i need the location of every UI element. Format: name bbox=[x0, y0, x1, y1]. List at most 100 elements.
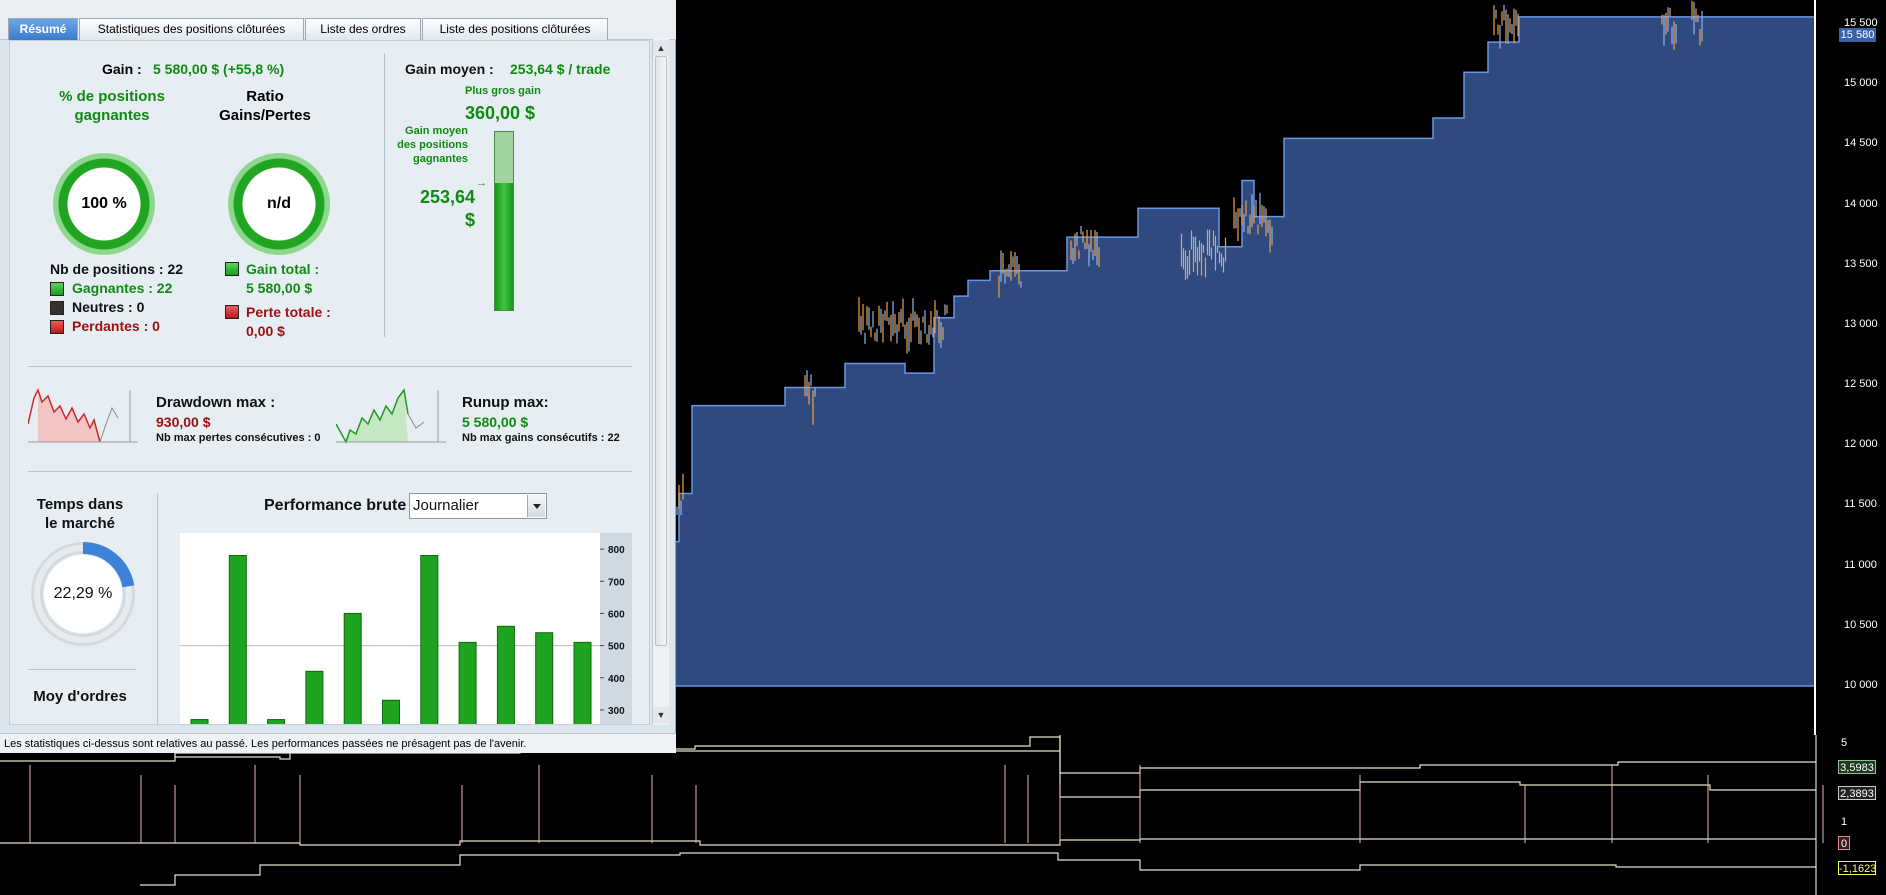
win-pct-title: % de positions gagnantes bbox=[59, 88, 165, 124]
section-divider bbox=[28, 366, 632, 367]
runup-consec: Nb max gains consécutifs : 22 bbox=[462, 432, 620, 444]
price-axis-tick: 10 500 bbox=[1844, 618, 1878, 631]
total-gain-label: Gain total : bbox=[246, 261, 320, 277]
disclaimer-footer: Les statistiques ci-dessus sont relative… bbox=[0, 733, 676, 753]
losing-swatch bbox=[50, 320, 64, 334]
avg-orders-title: Moy d'ordres bbox=[33, 688, 127, 705]
price-axis-tick: 11 500 bbox=[1844, 498, 1877, 511]
summary-content: Gain : 5 580,00 $ (+55,8 %) % de positio… bbox=[9, 40, 650, 725]
price-axis: 15 500 15 000 14 500 14 000 13 500 13 000 12 5… bbox=[1836, 0, 1886, 735]
price-axis-tick: 14 000 bbox=[1844, 197, 1878, 210]
y-tick-label: 600 bbox=[608, 609, 625, 620]
arrow-right-icon: → bbox=[476, 177, 487, 189]
winning-count: Gagnantes : 22 bbox=[72, 280, 173, 296]
vertical-scrollbar[interactable]: ▲ ▼ bbox=[652, 38, 669, 725]
application-window: 1 5 500 15 000 14 500 14 000 13 500 13 000 12 5… bbox=[0, 0, 1886, 895]
indicator-pane[interactable] bbox=[0, 735, 1836, 895]
runup-value: 5 580,00 $ bbox=[462, 414, 529, 430]
total-gain-value: 5 580,00 $ bbox=[246, 280, 313, 296]
losing-count: Perdantes : 0 bbox=[72, 318, 160, 334]
equity-area bbox=[676, 16, 1816, 687]
drawdown-label: Drawdown max : bbox=[156, 394, 276, 411]
performance-bar bbox=[267, 719, 286, 724]
performance-bar-chart: 800 700 600 500 400 300 bbox=[180, 533, 632, 724]
performance-bar bbox=[190, 719, 209, 724]
performance-bar bbox=[535, 632, 554, 724]
price-axis-tick: 13 000 bbox=[1844, 317, 1878, 330]
performance-bar bbox=[458, 641, 477, 724]
indicator-value-1: 3,5983 bbox=[1838, 760, 1876, 774]
price-axis-tick: 10 000 bbox=[1844, 679, 1878, 691]
drawdown-sparkline bbox=[28, 388, 138, 443]
section-divider bbox=[28, 471, 632, 472]
tab-closed-positions-list[interactable]: Liste des positions clôturées bbox=[422, 18, 608, 40]
equity-chart[interactable] bbox=[676, 0, 1816, 735]
win-pct-ring: 100 % bbox=[53, 153, 155, 255]
price-axis-tick: 15 000 bbox=[1844, 77, 1878, 90]
tab-closed-positions-stats[interactable]: Statistiques des positions clôturées bbox=[79, 18, 304, 40]
price-axis-tick: 14 500 bbox=[1844, 137, 1878, 150]
runup-label: Runup max: bbox=[462, 394, 549, 411]
performance-bar bbox=[305, 670, 324, 724]
indicator-value-4: -1,1623 bbox=[1838, 861, 1877, 875]
price-axis-tick: 11 000 bbox=[1844, 558, 1877, 571]
y-tick-label: 300 bbox=[608, 706, 625, 717]
avg-gain-value: 253,64 $ / trade bbox=[510, 61, 611, 77]
indicator-axis-tick: 1 bbox=[1841, 816, 1848, 828]
scroll-up-icon[interactable]: ▲ bbox=[653, 40, 669, 56]
market-time-value: 22,29 % bbox=[53, 585, 113, 602]
biggest-gain-value: 360,00 $ bbox=[465, 103, 536, 123]
gain-label: Gain : bbox=[102, 61, 142, 77]
price-axis-tick: 12 000 bbox=[1844, 438, 1878, 451]
chevron-down-icon[interactable] bbox=[527, 495, 545, 517]
y-tick-label: 800 bbox=[608, 545, 625, 556]
performance-bar bbox=[420, 555, 439, 724]
avg-win-label: Gain moyen des positions gagnantes bbox=[397, 125, 468, 165]
performance-bar bbox=[573, 641, 592, 724]
section-divider bbox=[28, 669, 136, 670]
ratio-value: n/d bbox=[267, 195, 291, 212]
gain-gauge-fill bbox=[495, 183, 513, 310]
period-select[interactable]: Journalier bbox=[409, 493, 547, 519]
performance-bar bbox=[382, 699, 400, 724]
y-axis-band bbox=[600, 533, 632, 724]
y-tick-label: 700 bbox=[608, 577, 625, 588]
total-gain-swatch bbox=[225, 262, 239, 276]
biggest-gain-label: Plus gros gain bbox=[465, 85, 541, 97]
period-select-value: Journalier bbox=[413, 497, 479, 514]
tab-bar: Résumé Statistiques des positions clôtur… bbox=[0, 0, 676, 40]
drawdown-consec: Nb max pertes consécutives : 0 bbox=[156, 432, 321, 444]
y-tick-label: 500 bbox=[608, 642, 625, 653]
equity-curve-layer bbox=[676, 0, 1816, 687]
ratio-title: Ratio Gains/Pertes bbox=[219, 88, 311, 124]
price-axis-tick: 12 500 bbox=[1844, 378, 1878, 391]
statistics-panel: Résumé Statistiques des positions clôtur… bbox=[0, 0, 676, 753]
scrollbar-thumb[interactable] bbox=[655, 56, 667, 646]
neutral-swatch bbox=[50, 301, 64, 315]
section-divider bbox=[157, 493, 158, 724]
gain-value: 5 580,00 $ (+55,8 %) bbox=[153, 61, 285, 77]
nb-positions: Nb de positions : 22 bbox=[50, 261, 184, 277]
total-loss-swatch bbox=[225, 305, 239, 319]
indicator-axis-tick: 5 bbox=[1841, 737, 1848, 749]
performance-bar bbox=[496, 625, 515, 724]
total-loss-value: 0,00 $ bbox=[246, 323, 285, 339]
avg-gain-label: Gain moyen : bbox=[405, 61, 494, 77]
performance-bar bbox=[343, 612, 362, 724]
scroll-down-icon[interactable]: ▼ bbox=[653, 707, 669, 723]
gain-gauge bbox=[494, 131, 514, 311]
runup-sparkline bbox=[336, 388, 446, 444]
y-tick-label: 400 bbox=[608, 674, 625, 685]
ratio-ring: n/d bbox=[228, 153, 330, 255]
tab-order-list[interactable]: Liste des ordres bbox=[305, 18, 421, 40]
drawdown-value: 930,00 $ bbox=[156, 414, 211, 430]
tab-resume[interactable]: Résumé bbox=[8, 18, 78, 40]
avg-win-value: 253,64 $ bbox=[419, 187, 475, 230]
indicator-value-2: 2,3893 bbox=[1838, 786, 1876, 800]
indicator-value-3: 0 bbox=[1838, 836, 1850, 850]
total-loss-label: Perte totale : bbox=[246, 304, 331, 320]
performance-label: Performance brute bbox=[264, 497, 407, 514]
price-axis-tick: 13 500 bbox=[1844, 257, 1878, 270]
performance-bar bbox=[228, 555, 247, 724]
zero-indicator-line bbox=[0, 838, 1816, 846]
